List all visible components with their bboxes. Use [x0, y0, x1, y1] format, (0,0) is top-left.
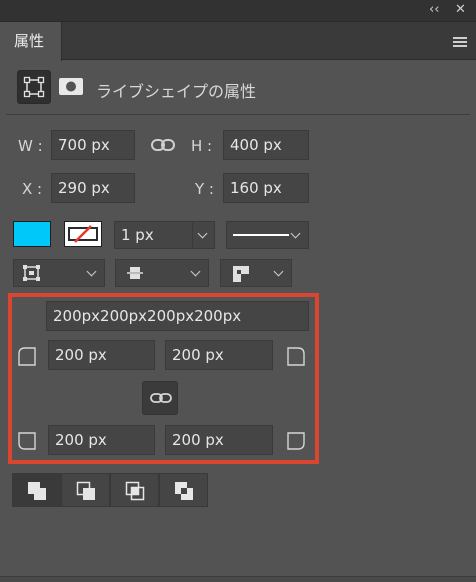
path-intersect-button[interactable] — [110, 473, 159, 507]
link-icon — [150, 393, 172, 403]
solid-line-icon — [233, 234, 289, 236]
chevron-down-icon — [186, 260, 208, 286]
y-field[interactable]: 160 px — [223, 173, 309, 203]
path-exclude-icon — [175, 482, 193, 500]
height-field[interactable]: 400 px — [223, 130, 309, 160]
top-right-corner-icon — [286, 346, 306, 366]
x-label: X : — [22, 180, 43, 198]
tab-properties[interactable]: 属性 — [0, 22, 62, 61]
stroke-color-swatch[interactable] — [64, 221, 102, 247]
path-combine-button[interactable] — [12, 473, 61, 507]
stroke-type-dropdown[interactable] — [226, 221, 309, 249]
path-combine-icon — [28, 482, 46, 500]
close-icon[interactable]: ✕ — [455, 2, 466, 18]
collapse-icon[interactable]: ‹‹ — [429, 2, 439, 18]
all-corners-field[interactable]: 200px200px200px200px — [46, 301, 309, 331]
path-subtract-button[interactable] — [61, 473, 110, 507]
mask-icon[interactable] — [54, 70, 88, 104]
y-label: Y : — [195, 180, 214, 198]
stroke-width-dropdown[interactable]: 1 px — [114, 221, 215, 249]
link-corners-button[interactable] — [142, 381, 178, 415]
top-right-radius-field[interactable]: 200 px — [165, 340, 273, 370]
width-label: W : — [18, 137, 43, 155]
path-operations — [12, 473, 210, 507]
stroke-width-value: 1 px — [121, 226, 154, 244]
align-icon — [23, 265, 40, 281]
bottom-left-radius-field[interactable]: 200 px — [48, 425, 155, 455]
chevron-down-icon — [286, 222, 308, 248]
path-subtract-icon — [76, 481, 95, 500]
top-left-corner-icon — [17, 346, 37, 366]
divider — [6, 114, 470, 115]
path-exclude-button[interactable] — [159, 473, 208, 507]
width-field[interactable]: 700 px — [51, 130, 135, 160]
panel-menu-icon[interactable] — [453, 37, 467, 47]
top-left-radius-field[interactable]: 200 px — [48, 340, 155, 370]
rect-shape-icon[interactable] — [17, 70, 51, 104]
stroke-align-icon — [127, 267, 143, 279]
height-label: H : — [191, 137, 213, 155]
bottom-right-radius-field[interactable]: 200 px — [165, 425, 273, 455]
chevron-down-icon — [192, 222, 214, 248]
section-title: ライブシェイプの属性 — [96, 82, 257, 101]
path-intersect-icon — [125, 481, 145, 501]
stroke-align-dropdown[interactable] — [115, 259, 209, 287]
chevron-down-icon — [82, 260, 104, 286]
corner-join-dropdown[interactable] — [220, 259, 292, 287]
panel-resize-grip[interactable] — [0, 576, 476, 582]
bottom-left-corner-icon — [17, 431, 37, 451]
section-header: ライブシェイプの属性 — [14, 70, 464, 108]
tab-row: 属性 — [0, 22, 476, 61]
corner-join-icon — [233, 266, 249, 282]
fill-color-swatch[interactable] — [13, 221, 51, 247]
link-icon[interactable] — [150, 135, 176, 159]
x-field[interactable]: 290 px — [51, 173, 135, 203]
panel-titlebar: ‹‹ ✕ — [0, 0, 476, 22]
align-dropdown[interactable] — [13, 259, 105, 287]
bottom-right-corner-icon — [286, 431, 306, 451]
chevron-down-icon — [269, 260, 291, 286]
